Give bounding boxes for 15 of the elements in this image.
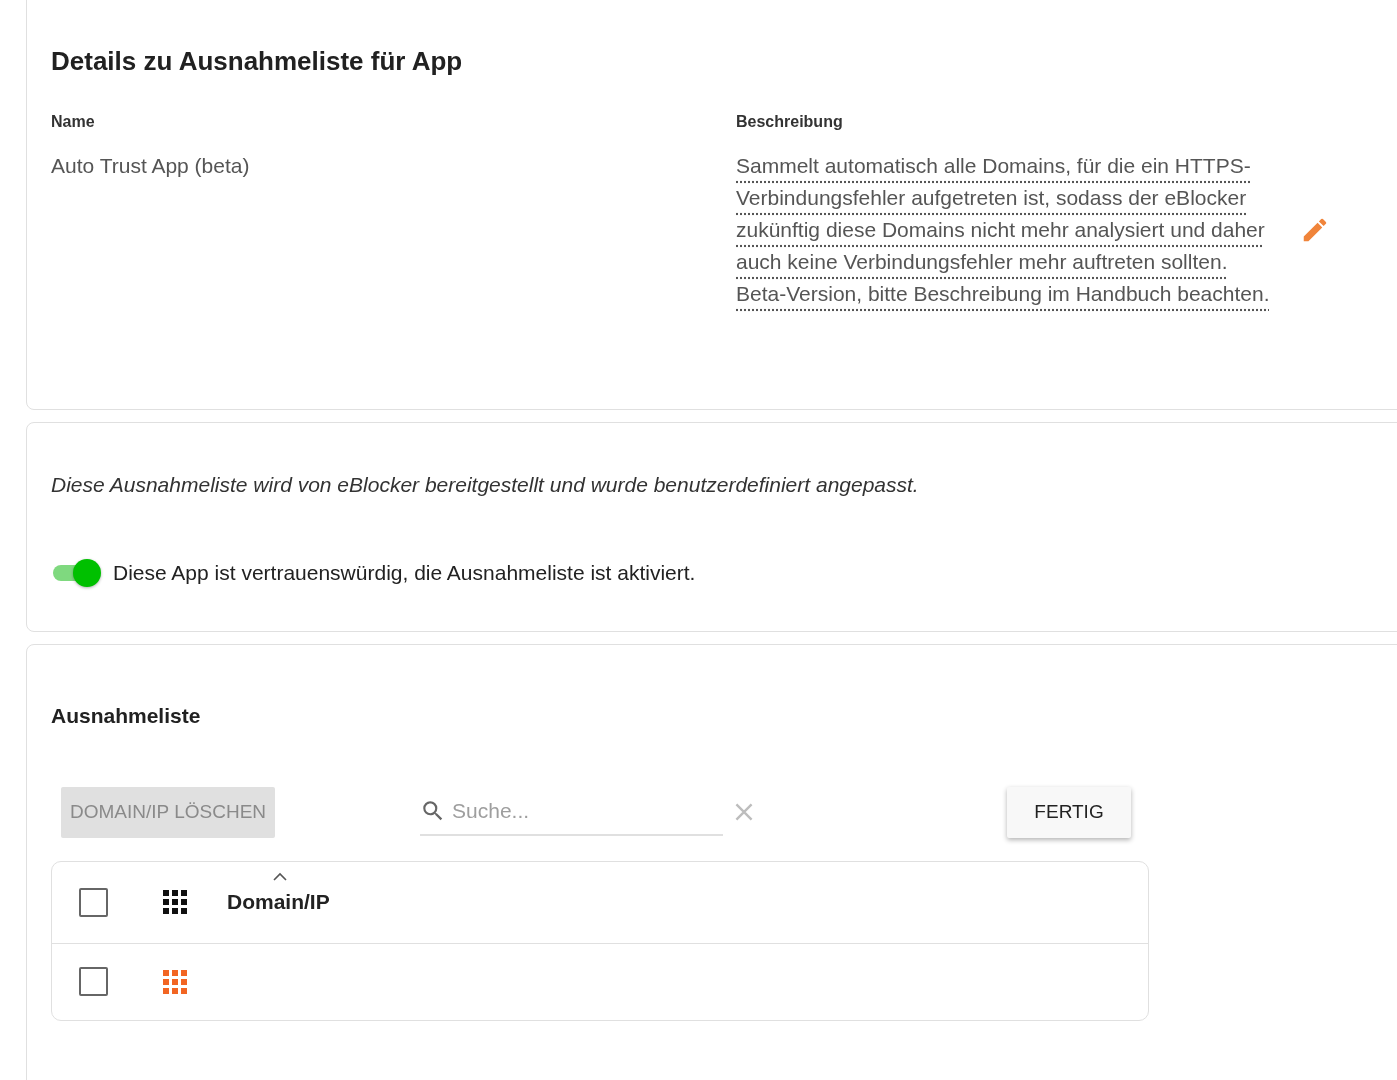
toggle-switch[interactable] bbox=[51, 558, 101, 587]
field-label: Beschreibung bbox=[736, 112, 844, 133]
description-text[interactable]: Sammelt automatisch alle Domains, für die ein HTTPS-Verbindungsfehler aufgetreten ist, sodass der eBlocker zukünftig diese Domains nicht mehr analysiert und daher auch keine Verbindungsfehler mehr auftreten sollten. Beta-Version, bitte Beschreibung im Handbuch beachten. bbox=[736, 150, 1276, 311]
select-all-checkbox[interactable] bbox=[79, 887, 108, 917]
app-name: Auto Trust App (beta) bbox=[51, 153, 251, 180]
field-label: Name bbox=[51, 112, 96, 133]
row-checkbox[interactable] bbox=[79, 967, 108, 996]
section-title: Ausnahmeliste bbox=[51, 703, 202, 729]
grid-icon bbox=[163, 969, 187, 994]
column-header[interactable]: Domain/IP bbox=[227, 886, 330, 918]
done-button[interactable]: FERTIG bbox=[1007, 786, 1132, 838]
grid-icon bbox=[163, 890, 187, 914]
notice-text: Diese Ausnahmeliste wird von eBlocker bereitgestellt und wurde benutzerdefiniert angepasst. bbox=[51, 472, 920, 498]
page-title: Details zu Ausnahmeliste für App bbox=[51, 46, 464, 78]
toggle-label: Diese App ist vertrauenswürdig, die Ausnahmeliste ist aktiviert. bbox=[113, 559, 696, 586]
